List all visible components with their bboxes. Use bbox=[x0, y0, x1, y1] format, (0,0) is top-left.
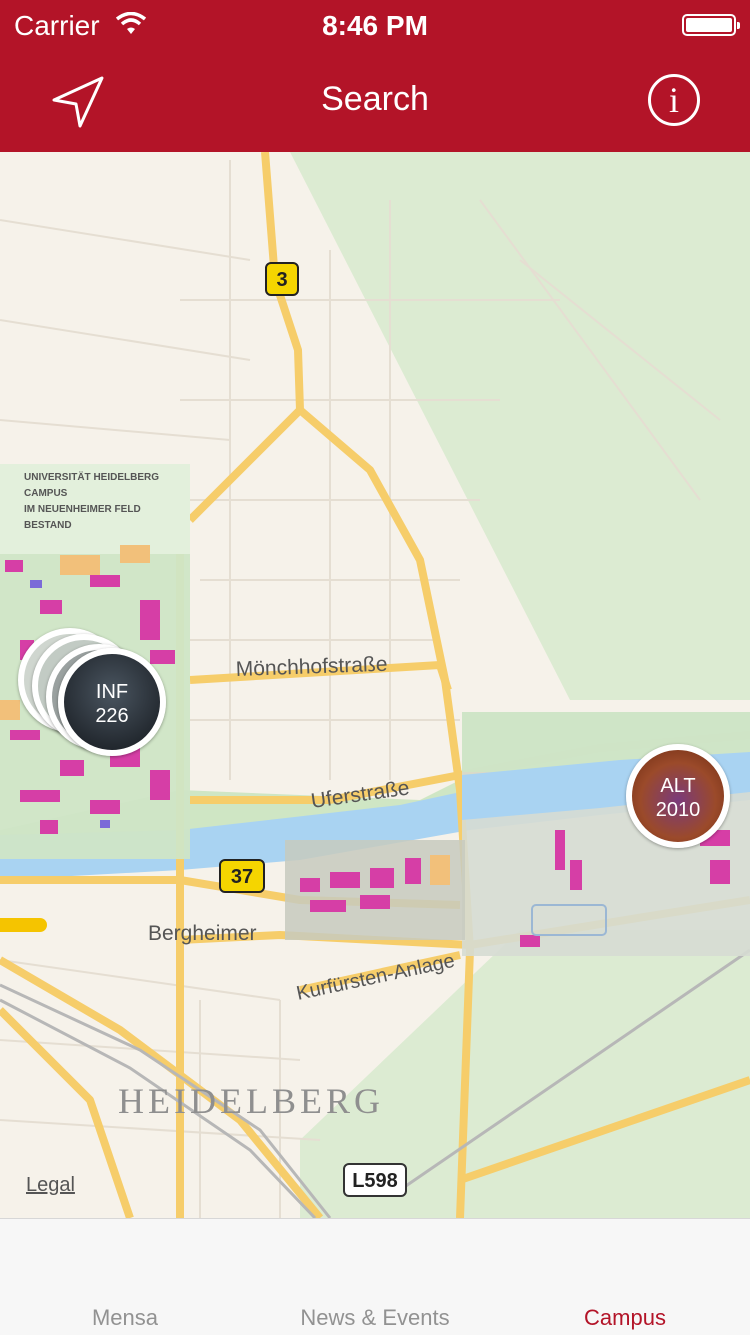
status-bar: Carrier 8:46 PM bbox=[0, 0, 750, 50]
battery-icon bbox=[682, 14, 740, 36]
city-label: HEIDELBERG bbox=[118, 1081, 384, 1121]
tab-mensa[interactable]: Mensa bbox=[0, 1305, 250, 1331]
street-label: Kurfürsten-Anlage bbox=[294, 950, 456, 1005]
tab-bar: Mensa News & Events Campus bbox=[0, 1218, 750, 1335]
route-shield-l598: L598 bbox=[343, 1163, 407, 1197]
pin-line-1: ALT bbox=[660, 775, 696, 797]
svg-text:3: 3 bbox=[276, 269, 287, 291]
route-shield-3: 3 bbox=[265, 262, 299, 296]
overlay-status: BESTAND bbox=[24, 520, 72, 531]
legal-link[interactable]: Legal bbox=[26, 1174, 75, 1197]
info-button[interactable]: i bbox=[648, 74, 700, 126]
overlay-field: IM NEUENHEIMER FELD bbox=[24, 504, 141, 515]
pin-line-2: 226 bbox=[95, 705, 129, 727]
tab-news-events[interactable]: News & Events bbox=[250, 1305, 500, 1331]
overlay-campus: CAMPUS bbox=[24, 488, 68, 499]
status-time: 8:46 PM bbox=[322, 10, 428, 41]
info-icon: i bbox=[668, 80, 679, 120]
overlay-title: UNIVERSITÄT HEIDELBERG bbox=[24, 470, 159, 483]
svg-text:37: 37 bbox=[231, 866, 253, 888]
pin-line-2: 2010 bbox=[655, 799, 701, 821]
pin-line-1: INF bbox=[95, 681, 129, 703]
route-shield-37: 37 bbox=[219, 859, 265, 893]
map-pin-alt-2010[interactable]: ALT 2010 bbox=[626, 744, 730, 848]
tab-campus[interactable]: Campus bbox=[500, 1305, 750, 1331]
street-label: Mönchhofstraße bbox=[235, 653, 387, 681]
campus-map[interactable]: UNIVERSITÄT HEIDELBERG CAMPUS IM NEUENHE… bbox=[0, 152, 750, 1218]
district-label: Bergheimer bbox=[148, 922, 257, 945]
svg-text:L598: L598 bbox=[352, 1170, 398, 1192]
page-title: Search bbox=[321, 80, 429, 118]
map-pin-inf-226[interactable]: INF 226 bbox=[58, 648, 166, 756]
top-bar: Carrier 8:46 PM Search i bbox=[0, 0, 750, 152]
